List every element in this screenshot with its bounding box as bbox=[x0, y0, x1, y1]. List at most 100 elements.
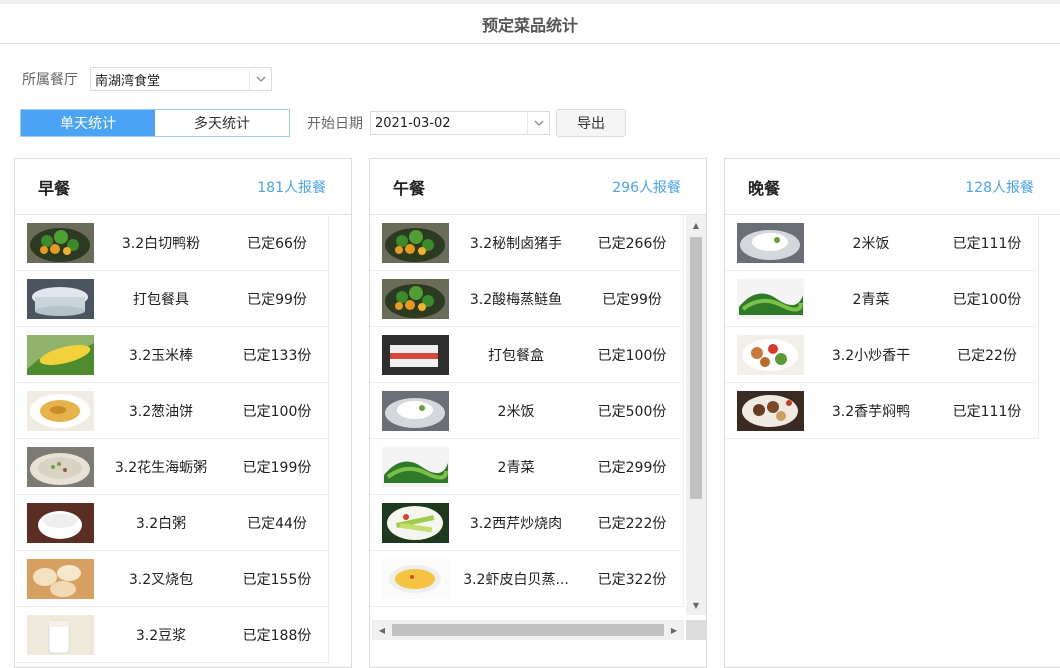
panel-count: 296人报餐 bbox=[612, 179, 681, 196]
panel-dinner: 晚餐 128人报餐 2米饭 已定111份 2青菜 已定100份 3.2小炒香干 已定22份… bbox=[724, 158, 1060, 668]
controls-row: 单天统计 多天统计 开始日期 2021-03-02 导出 bbox=[20, 109, 626, 137]
dish-name: 3.2豆浆 bbox=[135, 628, 187, 644]
dish-image bbox=[27, 615, 94, 655]
panel-header: 早餐 181人报餐 bbox=[15, 159, 351, 215]
dish-quantity: 已定44份 bbox=[247, 516, 307, 532]
restaurant-label: 所属餐厅 bbox=[22, 72, 78, 88]
start-date-label: 开始日期 bbox=[307, 116, 363, 132]
dish-image bbox=[27, 559, 94, 599]
dish-image bbox=[737, 223, 804, 263]
dish-quantity: 已定111份 bbox=[952, 404, 1022, 420]
dish-name: 打包餐盒 bbox=[488, 348, 544, 364]
dish-image bbox=[382, 447, 449, 487]
chevron-down-icon[interactable] bbox=[249, 68, 271, 90]
panel-count: 128人报餐 bbox=[965, 179, 1034, 196]
dish-name: 2青菜 bbox=[852, 292, 890, 308]
dish-row: 3.2秘制卤猪手 已定266份 bbox=[370, 215, 684, 271]
dish-name: 3.2葱油饼 bbox=[128, 404, 194, 420]
panel-breakfast: 早餐 181人报餐 3.2白切鸭粉 已定66份打包餐具 已定99份 3.2玉米棒 已定1… bbox=[14, 158, 352, 668]
restaurant-value: 南湖湾食堂 bbox=[95, 73, 161, 89]
panel-title: 早餐 bbox=[38, 178, 71, 198]
dish-quantity: 已定299份 bbox=[597, 460, 667, 476]
start-date-value: 2021-03-02 bbox=[375, 115, 451, 131]
dish-quantity: 已定188份 bbox=[242, 628, 312, 644]
dish-name: 2米饭 bbox=[497, 404, 535, 420]
dish-quantity: 已定322份 bbox=[597, 572, 667, 588]
scroll-up-icon[interactable]: ▲ bbox=[686, 215, 706, 235]
dish-image bbox=[382, 279, 449, 319]
dish-image bbox=[27, 223, 94, 263]
scroll-down-icon[interactable]: ▼ bbox=[686, 595, 706, 615]
dish-quantity: 已定22份 bbox=[957, 348, 1017, 364]
dish-quantity: 已定222份 bbox=[597, 516, 667, 532]
tab-multi-day[interactable]: 多天统计 bbox=[155, 110, 289, 136]
mode-toggle: 单天统计 多天统计 bbox=[20, 109, 290, 137]
dish-row: 3.2豆浆 已定188份 bbox=[15, 607, 329, 663]
chevron-down-icon[interactable] bbox=[527, 112, 549, 134]
dish-image bbox=[382, 503, 449, 543]
dish-name: 2青菜 bbox=[497, 460, 535, 476]
panel-title: 晚餐 bbox=[748, 178, 781, 198]
scroll-corner bbox=[686, 620, 706, 640]
dish-quantity: 已定133份 bbox=[242, 348, 312, 364]
dish-quantity: 已定100份 bbox=[952, 292, 1022, 308]
dish-row: 2青菜 已定299份 bbox=[370, 439, 684, 495]
page-title: 预定菜品统计 bbox=[0, 4, 1060, 44]
dish-row: 3.2玉米棒 已定133份 bbox=[15, 327, 329, 383]
dish-quantity: 已定111份 bbox=[952, 236, 1022, 252]
panel-lunch: 午餐 296人报餐 3.2秘制卤猪手 已定266份 3.2酸梅蒸鲢鱼 已定99份打包餐… bbox=[369, 158, 707, 668]
export-button[interactable]: 导出 bbox=[556, 109, 626, 137]
dish-row: 3.2葱油饼 已定100份 bbox=[15, 383, 329, 439]
dish-quantity: 已定266份 bbox=[597, 236, 667, 252]
dish-image bbox=[382, 559, 449, 599]
dish-list: 3.2白切鸭粉 已定66份 打包餐具 已定99份 3.2玉米棒 已定133份 3.2葱油饼已… bbox=[15, 215, 329, 663]
dish-row: 3.2酸梅蒸鲢鱼 已定99份 bbox=[370, 271, 684, 327]
dish-image bbox=[737, 335, 804, 375]
dish-name: 3.2西芹炒烧肉 bbox=[469, 516, 563, 532]
dish-row: 3.2叉烧包 已定155份 bbox=[15, 551, 329, 607]
dish-row: 3.2小炒香干 已定22份 bbox=[725, 327, 1039, 383]
panel-header: 午餐 296人报餐 bbox=[370, 159, 706, 215]
panel-header: 晚餐 128人报餐 bbox=[725, 159, 1060, 215]
dish-quantity: 已定500份 bbox=[597, 404, 667, 420]
tab-single-day[interactable]: 单天统计 bbox=[21, 110, 155, 136]
dish-row: 打包餐具 已定99份 bbox=[15, 271, 329, 327]
dish-quantity: 已定199份 bbox=[242, 460, 312, 476]
dish-row: 打包餐盒 已定100份 bbox=[370, 327, 684, 383]
restaurant-select[interactable]: 南湖湾食堂 bbox=[90, 67, 272, 91]
dish-name: 3.2小炒香干 bbox=[831, 348, 911, 364]
dish-row: 3.2虾皮白贝蒸... 已定322份 bbox=[370, 551, 684, 607]
dish-name: 3.2酸梅蒸鲢鱼 bbox=[469, 292, 563, 308]
dish-row: 3.2西芹炒烧肉 已定222份 bbox=[370, 495, 684, 551]
scroll-thumb[interactable] bbox=[392, 624, 664, 636]
dish-quantity: 已定155份 bbox=[242, 572, 312, 588]
panel-title: 午餐 bbox=[393, 178, 426, 198]
dish-list: 2米饭 已定111份 2青菜 已定100份 3.2小炒香干 已定22份 3.2香芋焖鸭 已定1… bbox=[725, 215, 1039, 439]
dish-image bbox=[382, 391, 449, 431]
dish-name: 3.2花生海蛎粥 bbox=[114, 460, 208, 476]
dish-quantity: 已定99份 bbox=[602, 292, 662, 308]
dish-quantity: 已定100份 bbox=[242, 404, 312, 420]
dish-name: 3.2白粥 bbox=[135, 516, 187, 532]
dish-quantity: 已定66份 bbox=[247, 236, 307, 252]
scroll-thumb[interactable] bbox=[690, 237, 702, 499]
dish-quantity: 已定100份 bbox=[597, 348, 667, 364]
horizontal-scrollbar[interactable]: ◀ ▶ bbox=[372, 620, 684, 640]
dish-name: 3.2虾皮白贝蒸... bbox=[463, 572, 569, 588]
dish-name: 2米饭 bbox=[852, 236, 890, 252]
scroll-left-icon[interactable]: ◀ bbox=[372, 620, 392, 640]
dish-image bbox=[382, 223, 449, 263]
scroll-right-icon[interactable]: ▶ bbox=[664, 620, 684, 640]
dish-row: 2青菜 已定100份 bbox=[725, 271, 1039, 327]
dish-row: 3.2白粥 已定44份 bbox=[15, 495, 329, 551]
dish-name: 3.2白切鸭粉 bbox=[121, 236, 201, 252]
dish-name: 打包餐具 bbox=[133, 292, 189, 308]
dish-row: 3.2花生海蛎粥 已定199份 bbox=[15, 439, 329, 495]
start-date-picker[interactable]: 2021-03-02 bbox=[370, 111, 550, 135]
dish-name: 3.2香芋焖鸭 bbox=[831, 404, 911, 420]
vertical-scrollbar[interactable]: ▲ ▼ bbox=[686, 215, 706, 615]
dish-image bbox=[737, 279, 804, 319]
dish-row: 2米饭 已定500份 bbox=[370, 383, 684, 439]
dish-name: 3.2秘制卤猪手 bbox=[469, 236, 563, 252]
dish-image bbox=[27, 447, 94, 487]
